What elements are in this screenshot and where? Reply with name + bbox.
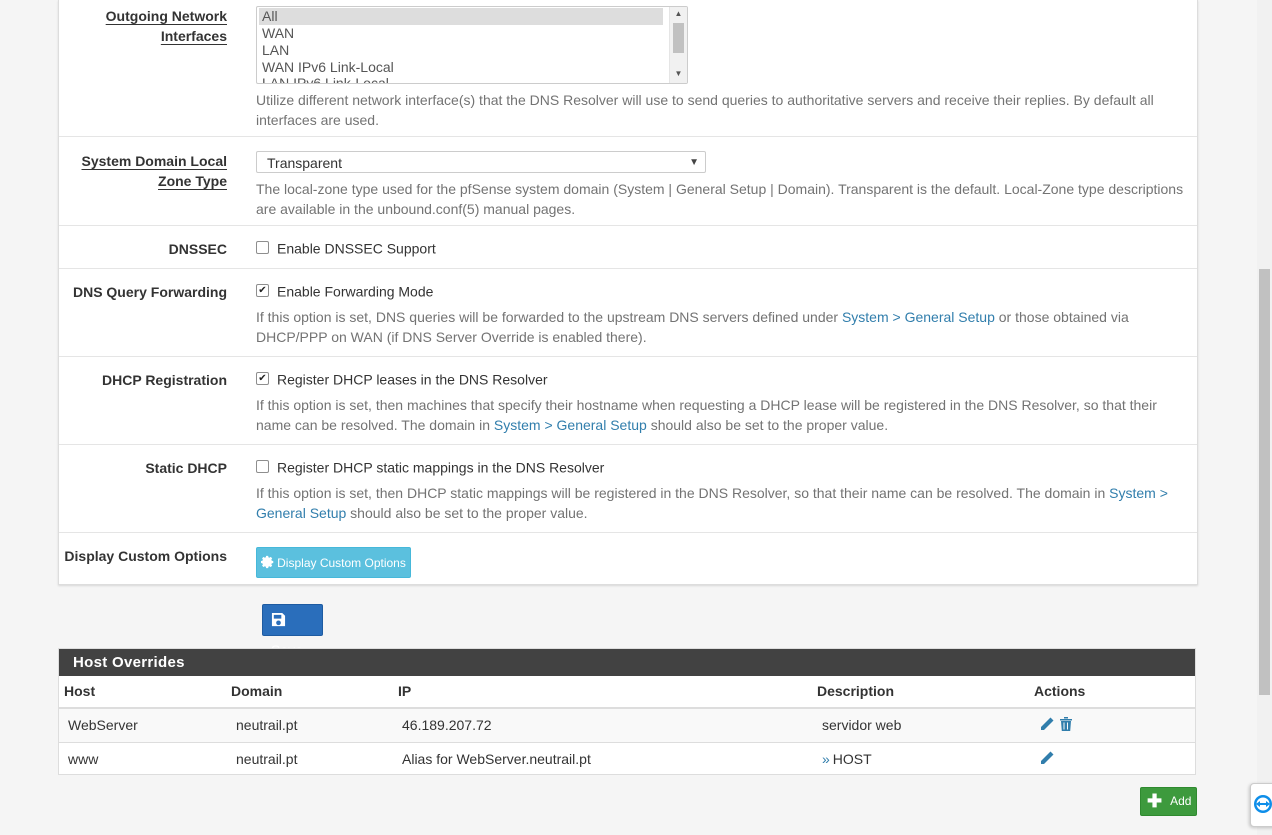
static-dhcp-label: Static DHCP (145, 460, 227, 476)
page-scroll-thumb[interactable] (1259, 269, 1270, 695)
scroll-up-icon[interactable]: ▲ (670, 9, 687, 18)
row-forwarding: DNS Query Forwarding ✔ Enable Forwarding … (59, 268, 1197, 357)
cell-host: WebServer (68, 717, 138, 733)
column-header-description: Description (817, 683, 895, 699)
outgoing-interfaces-label: Outgoing Network Interfaces (105, 8, 227, 45)
row-static-dhcp: Static DHCP Register DHCP static mapping… (59, 444, 1197, 533)
resolver-settings-panel: Outgoing Network Interfaces All WAN LAN … (58, 0, 1198, 585)
dhcp-registration-checkbox[interactable]: ✔ (256, 371, 269, 385)
table-row: WebServer neutrail.pt 46.189.207.72 serv… (59, 709, 1195, 743)
host-overrides-title: Host Overrides (59, 649, 1195, 676)
system-general-setup-link[interactable]: System > General Setup (842, 309, 995, 325)
listbox-option[interactable]: WAN (257, 25, 687, 42)
static-dhcp-control: Register DHCP static mappings in the DNS… (256, 458, 604, 475)
cell-ip: Alias for WebServer.neutrail.pt (402, 751, 591, 767)
teamviewer-icon (1254, 795, 1272, 813)
row-dhcp-registration: DHCP Registration ✔ Register DHCP leases … (59, 356, 1197, 445)
zone-type-help: The local-zone type used for the pfSense… (256, 181, 1184, 217)
dhcp-registration-help: If this option is set, then machines tha… (256, 397, 1157, 433)
outgoing-interfaces-help: Utilize different network interface(s) t… (256, 92, 1154, 128)
dnssec-control: Enable DNSSEC Support (256, 239, 436, 256)
custom-options-label: Display Custom Options (64, 548, 227, 564)
column-header-ip: IP (398, 683, 412, 699)
cell-ip: 46.189.207.72 (402, 717, 492, 733)
page-scrollbar[interactable] (1257, 0, 1272, 835)
floppy-disk-icon (271, 612, 286, 627)
plus-icon: ✚ (1147, 791, 1163, 811)
listbox-scrollbar[interactable]: ▲ ▼ (669, 7, 687, 83)
static-dhcp-checkbox[interactable] (256, 459, 269, 473)
listbox-option[interactable]: All (259, 8, 663, 25)
edit-pencil-icon[interactable] (1039, 716, 1055, 735)
listbox-scroll-thumb[interactable] (673, 23, 684, 53)
dnssec-checkbox-label: Enable DNSSEC Support (277, 240, 436, 257)
dnssec-checkbox[interactable] (256, 240, 269, 254)
cell-host: www (68, 751, 99, 767)
table-row: www neutrail.pt Alias for WebServer.neut… (59, 743, 1195, 776)
row-dnssec: DNSSEC Enable DNSSEC Support (59, 225, 1197, 269)
add-button[interactable]: ✚ Add (1140, 787, 1197, 816)
outgoing-interfaces-listbox[interactable]: All WAN LAN WAN IPv6 Link-Local LAN IPv6… (256, 6, 688, 84)
forwarding-checkbox[interactable]: ✔ (256, 283, 269, 297)
zone-type-value: Transparent (267, 155, 342, 171)
dhcp-registration-control: ✔ Register DHCP leases in the DNS Resolve… (256, 370, 548, 387)
delete-trash-icon[interactable] (1059, 716, 1073, 735)
dhcp-registration-checkbox-label: Register DHCP leases in the DNS Resolver (277, 371, 548, 388)
dnssec-label: DNSSEC (168, 241, 227, 257)
display-custom-options-button[interactable]: Display Custom Options (256, 547, 411, 578)
cell-description: » HOST (822, 751, 872, 767)
forwarding-control: ✔ Enable Forwarding Mode (256, 282, 433, 299)
save-button[interactable]: Save (262, 604, 323, 658)
system-general-setup-link[interactable]: System > General Setup (494, 417, 647, 433)
forwarding-checkbox-label: Enable Forwarding Mode (277, 283, 434, 300)
chevron-down-icon: ▼ (689, 157, 699, 168)
static-dhcp-help: If this option is set, then DHCP static … (256, 485, 1168, 521)
gear-icon (261, 555, 274, 569)
edit-pencil-icon[interactable] (1039, 750, 1055, 769)
add-label: Add (1170, 794, 1192, 808)
row-zone-type: System Domain Local Zone Type The local-… (59, 136, 1197, 226)
listbox-option[interactable]: LAN (257, 42, 687, 59)
forwarding-label: DNS Query Forwarding (72, 284, 227, 300)
remote-support-widget[interactable] (1250, 783, 1272, 827)
cell-domain: neutrail.pt (236, 717, 298, 733)
cell-description: servidor web (822, 717, 902, 733)
display-custom-options-label: Display Custom Options (277, 556, 406, 570)
forwarding-help: If this option is set, DNS queries will … (256, 309, 1129, 345)
zone-type-select[interactable]: Transparent ▼ (256, 151, 706, 173)
host-overrides-panel: Host Overrides Host Domain IP Descriptio… (58, 648, 1196, 775)
scroll-down-icon[interactable]: ▼ (670, 69, 687, 78)
column-header-domain: Domain (231, 683, 283, 699)
static-dhcp-checkbox-label: Register DHCP static mappings in the DNS… (277, 459, 605, 476)
double-chevron-right-icon: » (822, 751, 830, 767)
dhcp-registration-label: DHCP Registration (102, 372, 227, 388)
column-header-actions: Actions (1034, 683, 1086, 699)
column-header-host: Host (64, 683, 96, 699)
zone-type-label: System Domain Local Zone Type (81, 153, 227, 190)
row-outgoing-interfaces: Outgoing Network Interfaces All WAN LAN … (59, 0, 1197, 137)
cell-domain: neutrail.pt (236, 751, 298, 767)
listbox-option[interactable]: LAN IPv6 Link-Local (257, 75, 687, 83)
listbox-option[interactable]: WAN IPv6 Link-Local (257, 59, 687, 76)
